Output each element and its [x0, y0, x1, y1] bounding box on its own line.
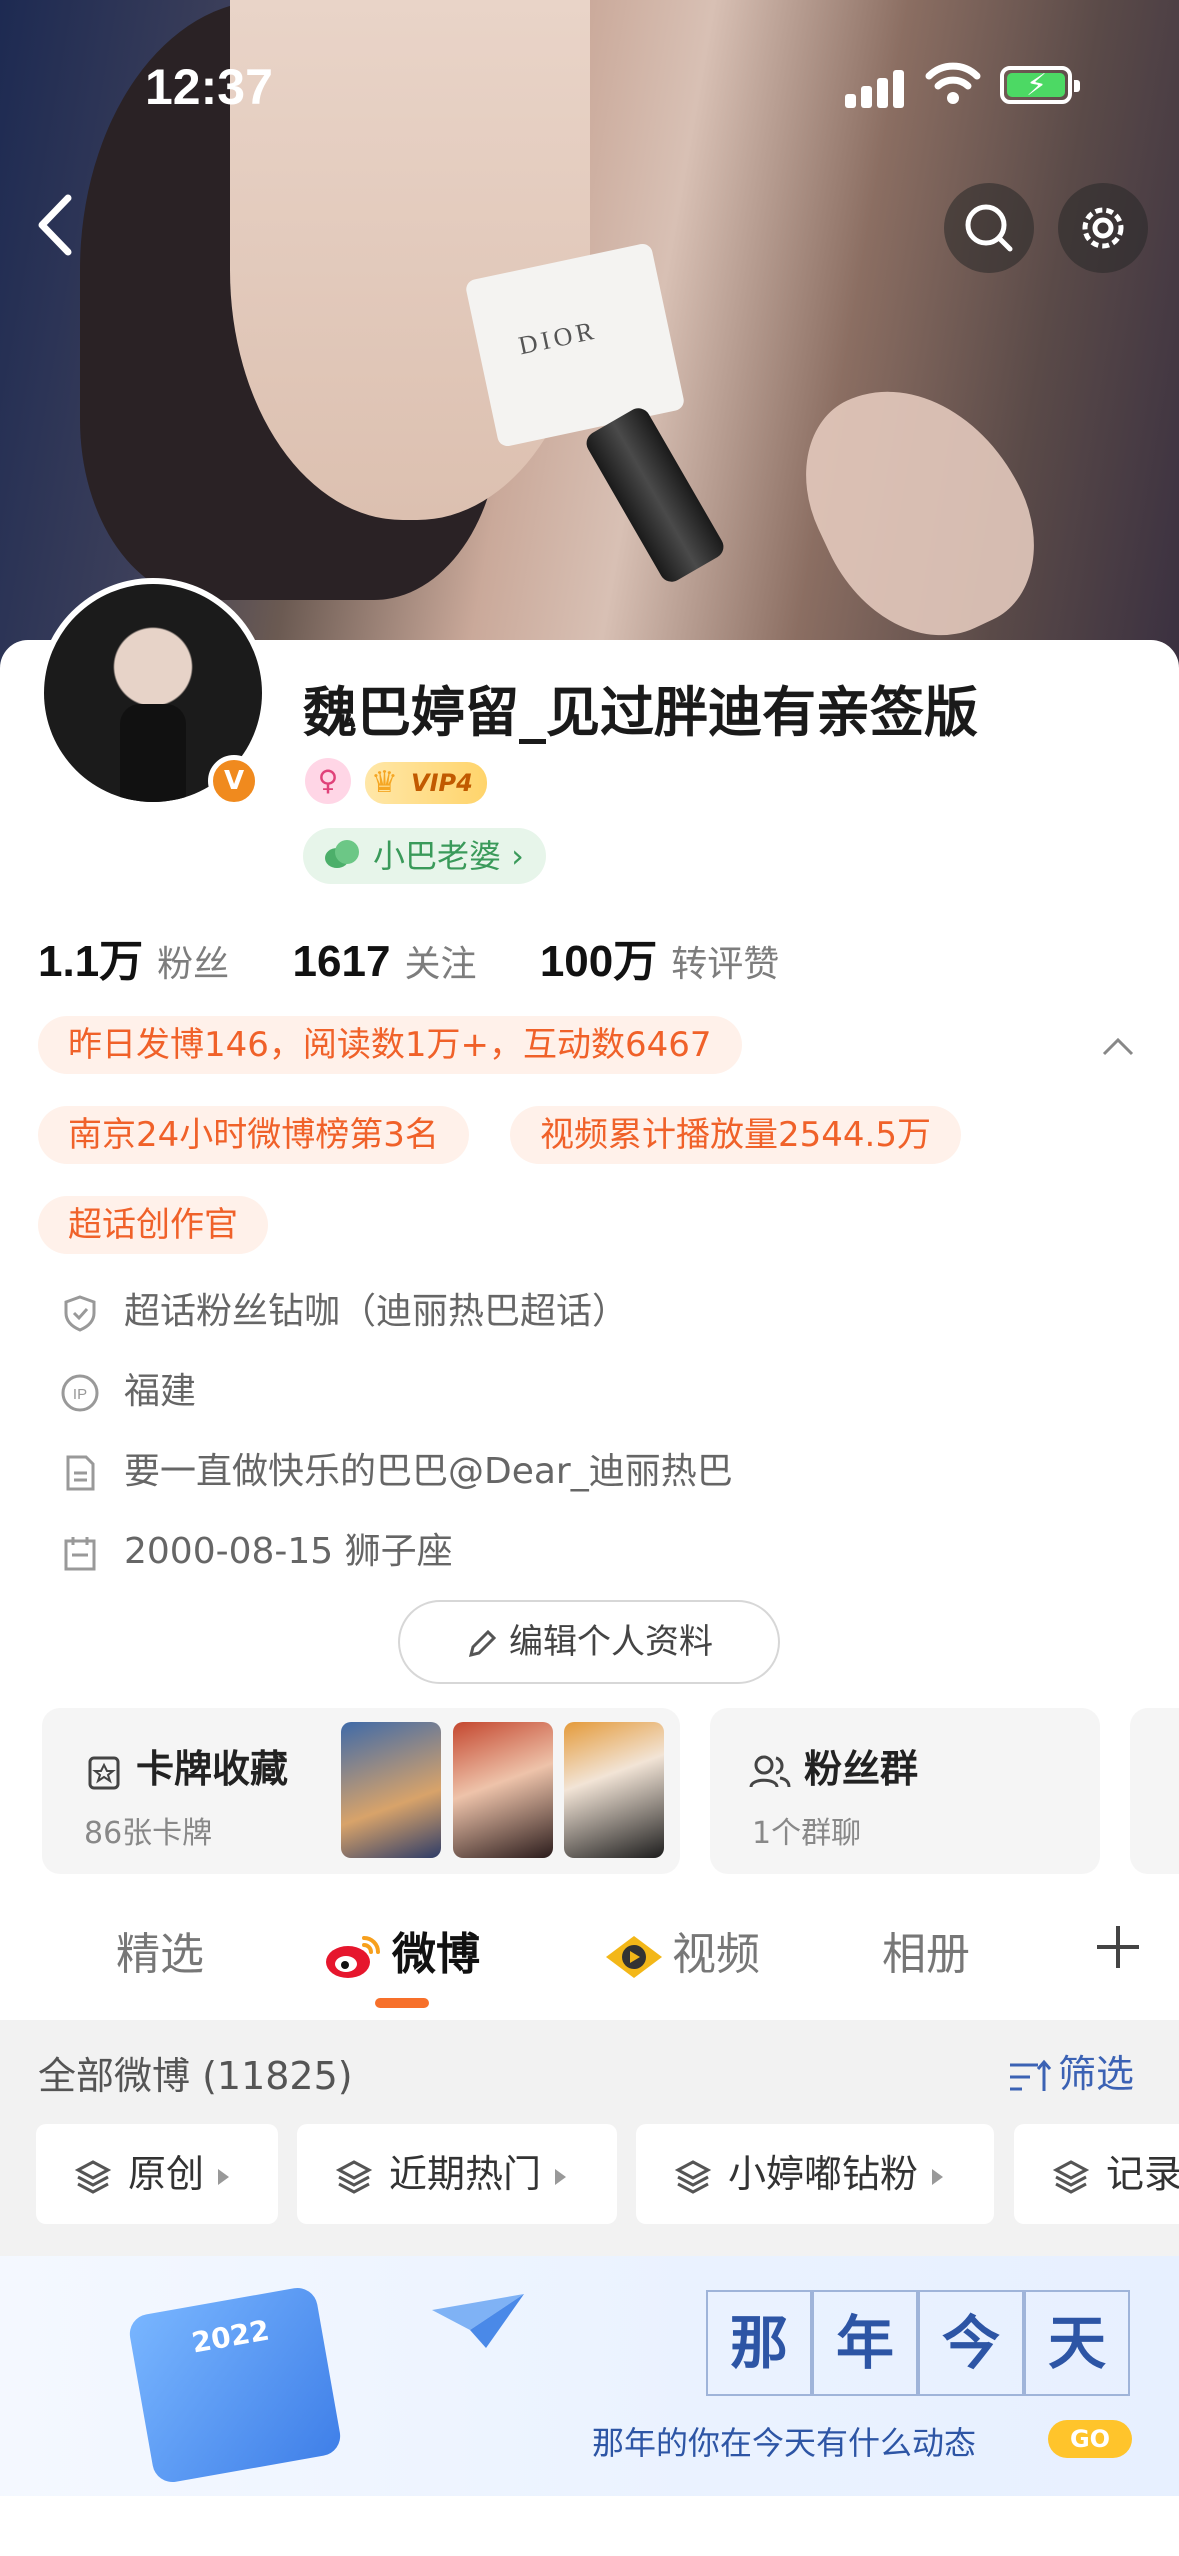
status-bar: 12:37 ⚡ — [0, 0, 1179, 150]
go-button[interactable]: GO — [1048, 2420, 1132, 2458]
chip-original[interactable]: 原创 — [36, 2124, 278, 2224]
pencil-icon — [468, 1629, 497, 1657]
paper-plane-icon — [432, 2294, 524, 2348]
followers-label: 粉丝 — [157, 944, 230, 985]
layers-icon — [674, 2159, 712, 2194]
plus-icon[interactable] — [1093, 1922, 1143, 1972]
active-tab-indicator — [375, 1998, 429, 2008]
following-count[interactable]: 1617 — [293, 937, 391, 986]
cover-microphone: DIOR — [464, 242, 728, 587]
profile-stats: 1.1万 粉丝 1617 关注 100万 转评赞 — [38, 925, 829, 989]
following-label: 关注 — [404, 944, 477, 985]
tab-album[interactable]: 相册 — [882, 1918, 970, 1982]
svg-text:IP: IP — [73, 1386, 87, 1403]
card-icon — [88, 1756, 120, 1789]
yesterday-stats-pill[interactable]: 昨日发博146，阅读数1万+，互动数6467 — [38, 1016, 742, 1074]
tab-weibo[interactable]: 微博 — [322, 1918, 480, 1982]
tab-video[interactable]: 视频 — [604, 1918, 760, 1982]
filter-icon — [1010, 2059, 1052, 2091]
female-icon: ♀ — [305, 758, 351, 804]
vip-badge[interactable]: ♛ VIP4 — [365, 762, 487, 804]
back-icon[interactable] — [28, 190, 88, 260]
calendar-illustration: 2022 — [126, 2284, 344, 2486]
edit-profile-button[interactable]: 编辑个人资料 — [398, 1600, 780, 1684]
ip-icon: IP — [61, 1374, 99, 1412]
layers-icon — [1052, 2159, 1090, 2194]
ranking-pill[interactable]: 南京24小时微博榜第3名 — [38, 1106, 469, 1164]
layers-icon — [74, 2159, 112, 2194]
calendar-icon — [64, 1537, 96, 1571]
group-icon — [749, 1755, 791, 1788]
video-icon — [606, 1936, 662, 1978]
filter-button[interactable]: 筛选 — [1008, 2043, 1134, 2098]
layers-icon — [335, 2159, 373, 2194]
chip-diamond-fans[interactable]: 小婷嘟钻粉 — [636, 2124, 994, 2224]
gear-icon — [1082, 207, 1124, 249]
battery-icon: ⚡ — [1000, 66, 1080, 104]
chevron-up-icon[interactable] — [1100, 1028, 1136, 1064]
card-thumbnail[interactable] — [564, 1722, 664, 1858]
all-weibo-count: 全部微博 (11825) — [38, 2054, 353, 2098]
fan-tag[interactable]: 小巴老婆 › — [303, 828, 546, 884]
video-plays-pill[interactable]: 视频累计播放量2544.5万 — [510, 1106, 961, 1164]
birthday-row: 2000-08-15 狮子座 — [60, 1522, 453, 1574]
document-icon — [66, 1455, 95, 1491]
likes-count[interactable]: 100万 — [540, 937, 657, 986]
verified-badge: V — [208, 755, 260, 807]
profile-tabs: 精选 微博 视频 相册 — [0, 1880, 1179, 2020]
banner-subtitle: 那年的你在今天有什么动态 — [592, 2424, 977, 2462]
bio-row: 要一直做快乐的巴巴@Dear_迪丽热巴 — [60, 1442, 733, 1494]
fan-group-tile[interactable]: 粉丝群 1个群聊 — [710, 1708, 1100, 1874]
search-button[interactable] — [944, 183, 1034, 273]
wifi-icon — [925, 62, 981, 104]
fan-level-row: 超话粉丝钻咖（迪丽热巴超话） — [60, 1282, 628, 1334]
ip-row: IP 福建 — [60, 1362, 196, 1414]
cloud-icon — [325, 840, 359, 868]
cover-hand — [774, 349, 1066, 671]
likes-label: 转评赞 — [671, 944, 780, 985]
tab-featured[interactable]: 精选 — [116, 1918, 204, 1982]
shield-icon — [64, 1295, 96, 1332]
settings-button[interactable] — [1058, 183, 1148, 273]
profile-name: 魏巴婷留_见过胖迪有亲签版 — [303, 681, 978, 744]
weibo-icon — [326, 1936, 380, 1978]
chip-recent-hot[interactable]: 近期热门 — [297, 2124, 617, 2224]
followers-count[interactable]: 1.1万 — [38, 937, 143, 986]
card-thumbnail[interactable] — [341, 1722, 441, 1858]
search-icon — [965, 204, 1013, 252]
crown-icon: ♛ — [371, 765, 398, 800]
next-tile[interactable] — [1130, 1708, 1179, 1874]
creator-pill[interactable]: 超话创作官 — [38, 1196, 268, 1254]
chip-record[interactable]: 记录 — [1014, 2124, 1179, 2224]
card-thumbnail[interactable] — [453, 1722, 553, 1858]
status-time: 12:37 — [145, 59, 273, 115]
on-this-day-title: 那 年 今 天 — [706, 2290, 1130, 2396]
